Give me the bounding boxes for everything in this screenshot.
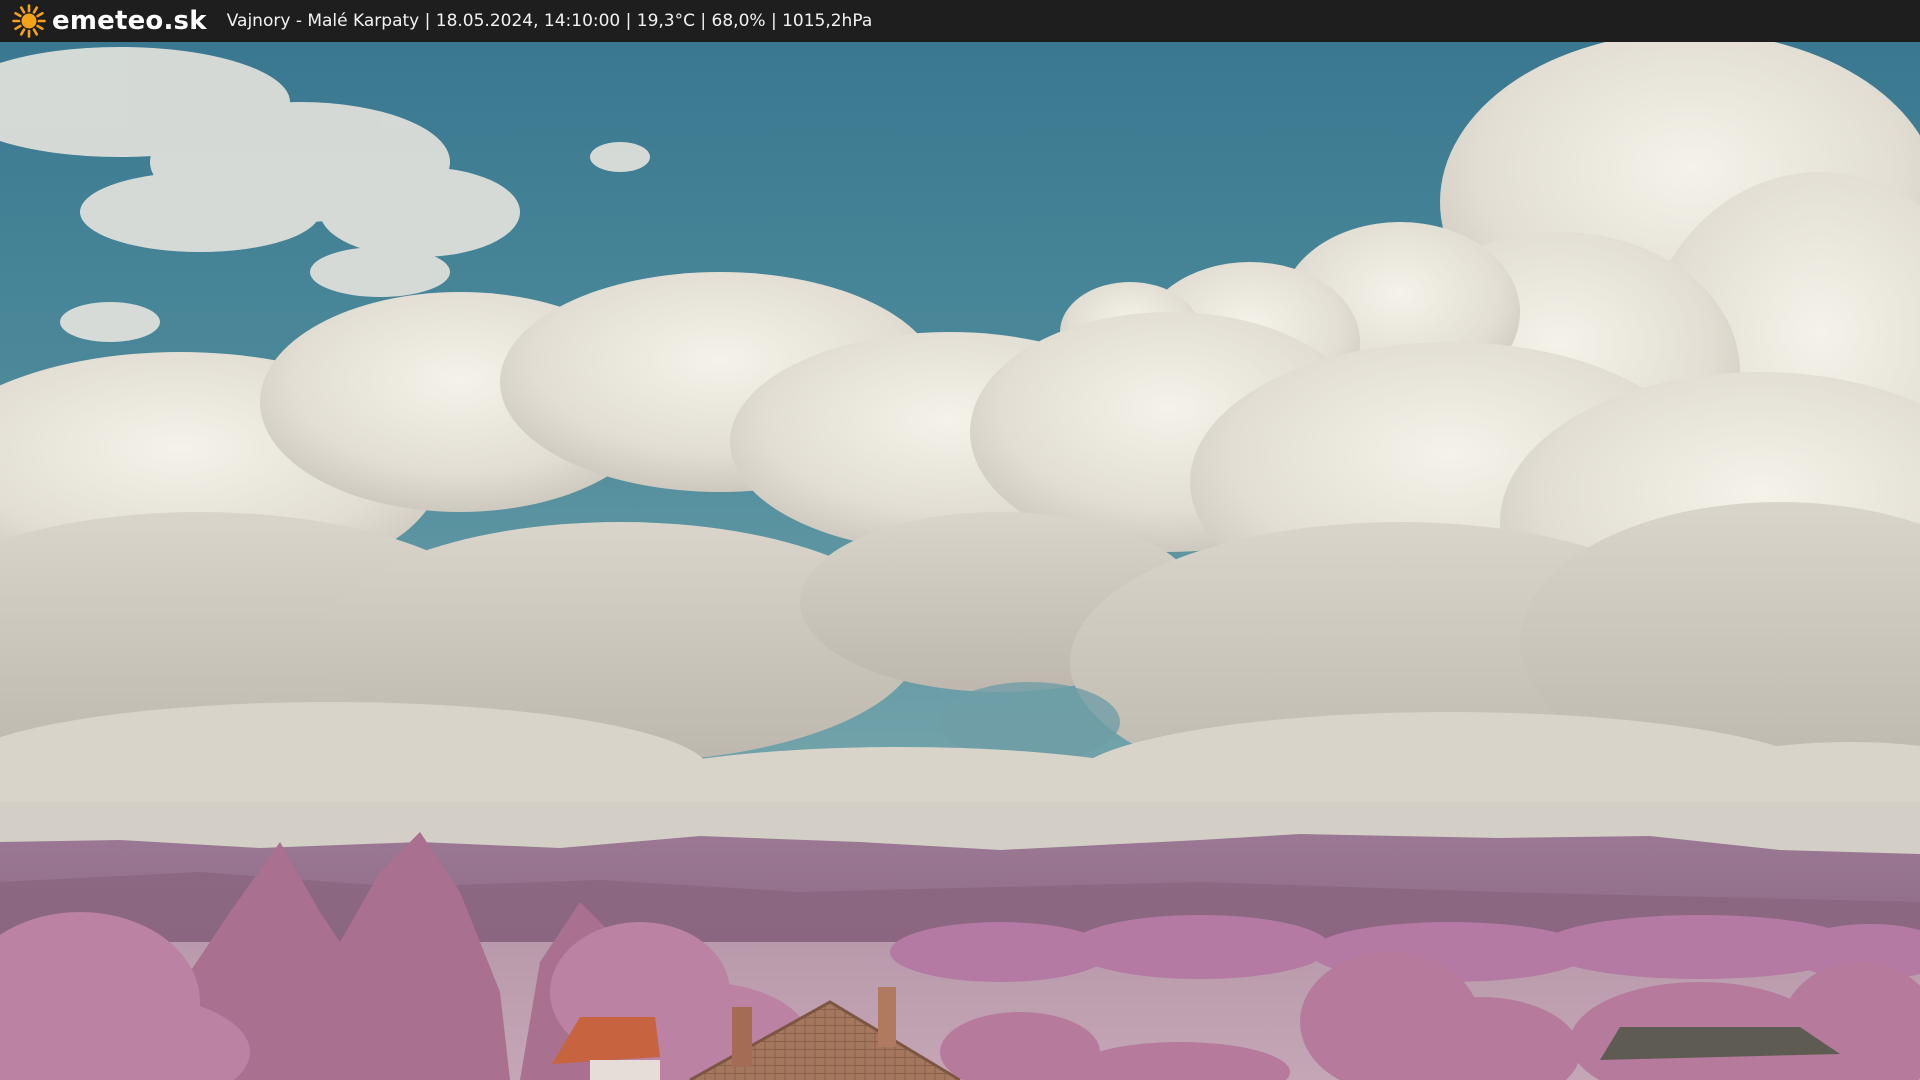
- station-info: Vajnory - Malé Karpaty | 18.05.2024, 14:…: [226, 11, 873, 31]
- webcam-image: [0, 42, 1920, 1080]
- sun-icon: [12, 4, 46, 38]
- brand-name: emeteo.sk: [52, 6, 207, 36]
- emeteo-logo[interactable]: emeteo.sk: [12, 4, 207, 38]
- header-bar: emeteo.sk Vajnory - Malé Karpaty | 18.05…: [0, 0, 1920, 42]
